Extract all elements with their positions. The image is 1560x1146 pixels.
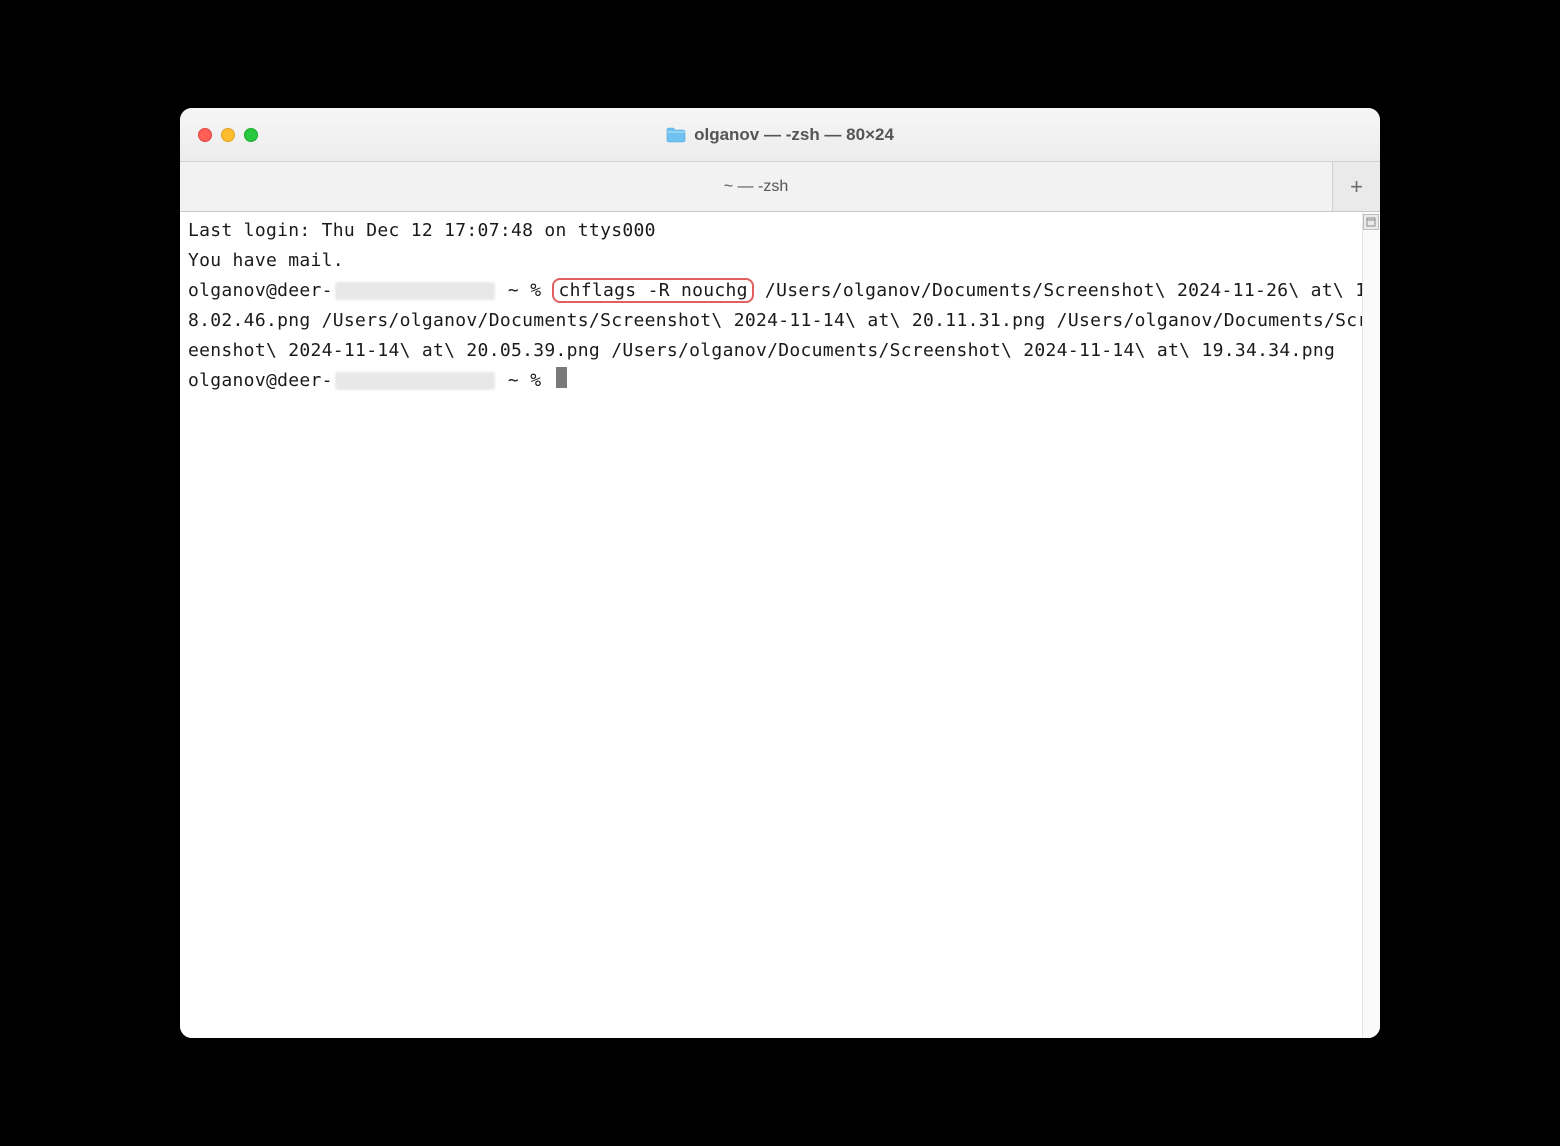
plus-icon: + <box>1350 174 1363 200</box>
cursor <box>556 367 567 388</box>
terminal-body[interactable]: Last login: Thu Dec 12 17:07:48 on ttys0… <box>180 212 1380 1038</box>
prompt-user-host: olganov@deer- <box>188 370 333 391</box>
titlebar[interactable]: olganov — -zsh — 80×24 <box>180 108 1380 162</box>
last-login-line: Last login: Thu Dec 12 17:07:48 on ttys0… <box>188 220 656 241</box>
terminal-window: olganov — -zsh — 80×24 ~ — -zsh + Last l… <box>180 108 1380 1038</box>
maximize-button[interactable] <box>244 128 258 142</box>
window-title: olganov — -zsh — 80×24 <box>694 125 894 145</box>
folder-icon <box>666 127 686 143</box>
close-button[interactable] <box>198 128 212 142</box>
new-tab-button[interactable]: + <box>1332 162 1380 211</box>
scrollbar-track[interactable] <box>1362 212 1380 1038</box>
minimize-button[interactable] <box>221 128 235 142</box>
scroll-indicator-icon <box>1363 214 1379 230</box>
redacted-hostname <box>335 282 495 300</box>
terminal-content: Last login: Thu Dec 12 17:07:48 on ttys0… <box>188 216 1372 396</box>
prompt-symbol: ~ % <box>497 370 553 391</box>
window-title-area: olganov — -zsh — 80×24 <box>180 125 1380 145</box>
prompt-line-1: olganov@deer- ~ % chflags -R nouchg /Use… <box>188 280 1369 361</box>
tabbar: ~ — -zsh + <box>180 162 1380 212</box>
prompt-user-host: olganov@deer- <box>188 280 333 301</box>
traffic-lights <box>198 128 258 142</box>
prompt-line-2: olganov@deer- ~ % <box>188 370 567 391</box>
mail-notice-line: You have mail. <box>188 250 344 271</box>
prompt-symbol: ~ % <box>497 280 553 301</box>
tab-current[interactable]: ~ — -zsh <box>180 162 1332 211</box>
highlighted-command: chflags -R nouchg <box>552 278 753 303</box>
redacted-hostname <box>335 372 495 390</box>
tab-label: ~ — -zsh <box>724 178 788 196</box>
